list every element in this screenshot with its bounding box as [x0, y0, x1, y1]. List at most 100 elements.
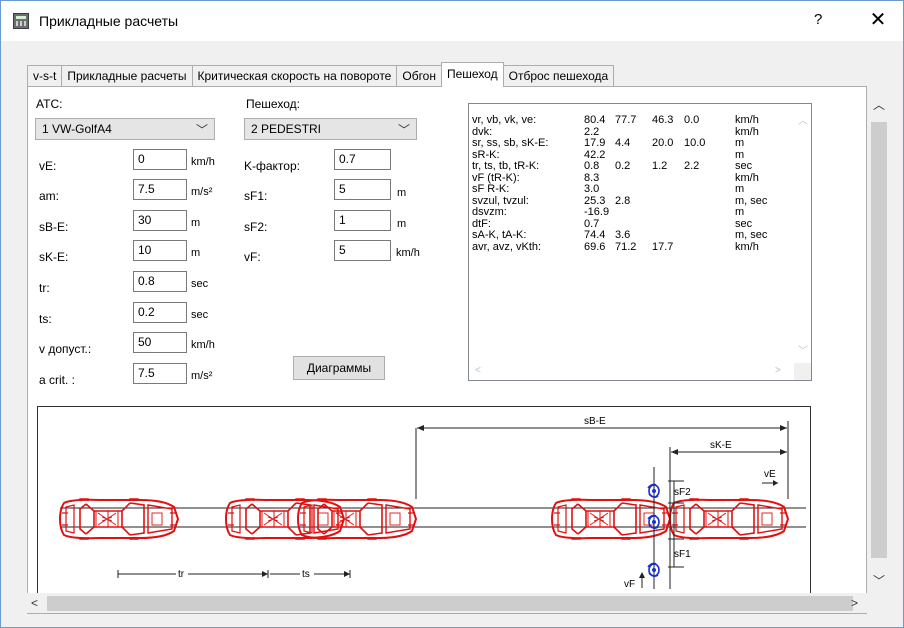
calculator-icon	[13, 13, 29, 29]
sbe-label: sB-E:	[39, 220, 69, 234]
pedestrian-select[interactable]: 2 PEDESTRI ﹀	[244, 118, 417, 140]
am-field[interactable]: 7.5	[133, 179, 187, 200]
vehicle-header: ATC:	[36, 97, 63, 111]
ve-unit: km/h	[191, 156, 215, 168]
ts-unit: sec	[191, 309, 209, 321]
scroll-left-icon[interactable]: <	[475, 365, 481, 376]
scroll-corner	[794, 363, 811, 380]
vf-unit: km/h	[396, 247, 420, 259]
window-title: Прикладные расчеты	[39, 13, 179, 29]
result-unit: m, sec	[735, 229, 768, 241]
scroll-up-icon[interactable]: ︿	[873, 96, 885, 113]
tab-critical-speed[interactable]: Критическая скорость на повороте	[191, 65, 398, 87]
result-unit: m	[735, 206, 745, 218]
main-horizontal-scrollbar[interactable]: < >	[27, 593, 867, 613]
sbe-field[interactable]: 30	[133, 210, 187, 231]
tab-strip: v-s-t Прикладные расчеты Критическая ско…	[27, 62, 615, 87]
sf2-dimension-label: sF2	[674, 487, 691, 498]
vf-field[interactable]: 5	[334, 240, 391, 261]
result-label: dtF:	[472, 217, 491, 230]
result-label: tr, ts, tb, tR-K:	[472, 160, 540, 172]
am-unit: m/s²	[191, 186, 213, 198]
ve-arrow-label: vE	[764, 469, 776, 480]
scroll-left-icon[interactable]: <	[31, 596, 38, 610]
tab-overtaking[interactable]: Обгон	[396, 65, 442, 87]
scroll-right-icon[interactable]: >	[775, 365, 781, 376]
results-box[interactable]: vr, vb, vk, ve: 80.4 77.7 46.3 0.0 km/h dvk: 2.…	[468, 103, 812, 381]
result-value-3: 46.3	[652, 114, 674, 126]
result-label: avr, avz, vKth:	[472, 240, 542, 253]
main-vertical-scrollbar[interactable]: ︿ ﹀	[867, 86, 891, 614]
vehicle-select-value: 1 VW-GolfA4	[42, 122, 112, 136]
car-position-5	[669, 498, 789, 540]
result-label: sr, ss, sb, sK-E:	[472, 137, 549, 149]
result-value-1: 0.7	[584, 217, 600, 230]
am-label: am:	[39, 189, 60, 203]
tab-pedestrian[interactable]: Пешеход	[440, 62, 504, 87]
ts-label: ts:	[39, 312, 52, 326]
result-value-1: 69.6	[584, 240, 606, 253]
vf-arrow-label: vF	[624, 579, 635, 590]
pedestrian-header: Пешеход:	[246, 97, 300, 111]
a-crit-unit: m/s²	[191, 370, 213, 382]
result-unit: km/h	[735, 171, 759, 184]
result-label: sF R-K:	[472, 183, 510, 195]
result-value-1: 3.0	[584, 183, 600, 195]
result-unit: km/h	[735, 125, 759, 138]
sf2-field[interactable]: 1	[334, 210, 391, 231]
title-bar: Прикладные расчеты ? ✕	[1, 1, 903, 41]
sf1-dimension-label: sF1	[674, 549, 691, 560]
scroll-up-icon[interactable]: ︿	[798, 112, 808, 127]
tab-applied-calculations[interactable]: Прикладные расчеты	[61, 65, 193, 87]
result-value-1: 0.8	[584, 160, 600, 172]
pedestrian-select-value: 2 PEDESTRI	[251, 122, 322, 136]
tab-pedestrian-throw[interactable]: Отброс пешехода	[502, 65, 615, 87]
main-horizontal-thumb[interactable]	[47, 596, 853, 611]
sf2-unit: m	[397, 218, 407, 230]
results-vertical-scrollbar[interactable]: ︿ ﹀	[794, 104, 811, 364]
result-label: sA-K, tA-K:	[472, 229, 527, 241]
result-unit: km/h	[735, 240, 759, 253]
v-allowed-field[interactable]: 50	[133, 332, 187, 353]
diagram-canvas: sB-E sK-E vE sF2 sF1 vF tr ts	[59, 416, 806, 590]
help-button[interactable]: ?	[814, 11, 822, 28]
scroll-down-icon[interactable]: ﹀	[798, 342, 808, 357]
sf1-unit: m	[397, 187, 407, 199]
close-button[interactable]: ✕	[863, 7, 893, 32]
scroll-down-icon[interactable]: ﹀	[873, 572, 885, 589]
car-position-4	[551, 498, 671, 540]
sf1-field[interactable]: 5	[334, 179, 391, 200]
result-value-3: 1.2	[652, 160, 668, 172]
result-label: dvk:	[472, 125, 493, 138]
tr-field[interactable]: 0.8	[133, 271, 187, 292]
sbe-unit: m	[191, 217, 201, 229]
k-factor-field[interactable]: 0.7	[334, 149, 391, 170]
scroll-right-icon[interactable]: >	[851, 596, 858, 610]
result-value-4: 2.2	[684, 160, 700, 172]
result-value-2: 0.2	[615, 160, 631, 172]
result-unit: m	[735, 137, 745, 149]
result-value-1: 74.4	[584, 229, 606, 241]
result-unit: sec	[735, 160, 753, 172]
result-value-1: 17.9	[584, 137, 606, 149]
result-unit: sec	[735, 217, 753, 230]
result-value-2: 2.8	[615, 194, 631, 207]
results-horizontal-scrollbar[interactable]: < >	[469, 363, 796, 380]
ske-label: sK-E:	[39, 250, 69, 264]
vehicle-select[interactable]: 1 VW-GolfA4 ﹀	[35, 118, 215, 140]
ske-field[interactable]: 10	[133, 240, 187, 261]
tab-v-s-t[interactable]: v-s-t	[27, 65, 63, 87]
result-value-2: 71.2	[615, 240, 637, 253]
a-crit-field[interactable]: 7.5	[133, 363, 187, 384]
a-crit-label: a crit. :	[39, 373, 76, 387]
result-label: vr, vb, vk, ve:	[472, 114, 537, 126]
car-position-1	[59, 498, 179, 540]
ske-unit: m	[191, 247, 201, 259]
ve-field[interactable]: 0	[133, 149, 187, 170]
result-value-2: 77.7	[615, 114, 637, 126]
result-value-4: 0.0	[684, 114, 700, 126]
diagrams-button[interactable]: Диаграммы	[293, 356, 385, 380]
main-vertical-thumb[interactable]	[871, 122, 887, 558]
ts-field[interactable]: 0.2	[133, 302, 187, 323]
tr-label: tr:	[39, 281, 50, 295]
